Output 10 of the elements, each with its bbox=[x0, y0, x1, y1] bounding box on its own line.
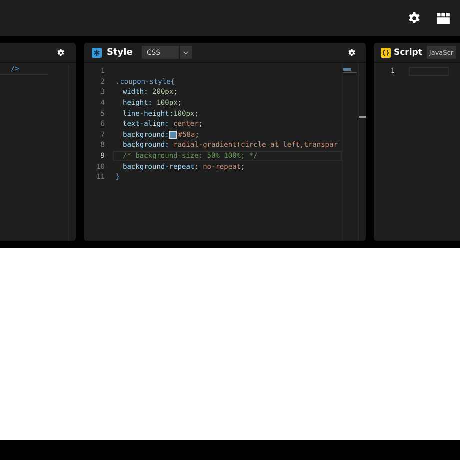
caret-icon bbox=[182, 50, 189, 54]
layout-icon[interactable] bbox=[437, 12, 450, 24]
panel-title: Script bbox=[394, 48, 422, 58]
settings-icon[interactable] bbox=[57, 48, 65, 56]
color-swatch[interactable] bbox=[169, 130, 178, 139]
braces-icon bbox=[381, 48, 391, 58]
asterisk-icon bbox=[92, 48, 102, 58]
panel-title: Style bbox=[107, 48, 133, 58]
settings-icon[interactable] bbox=[348, 48, 356, 56]
settings-icon[interactable] bbox=[408, 12, 421, 24]
